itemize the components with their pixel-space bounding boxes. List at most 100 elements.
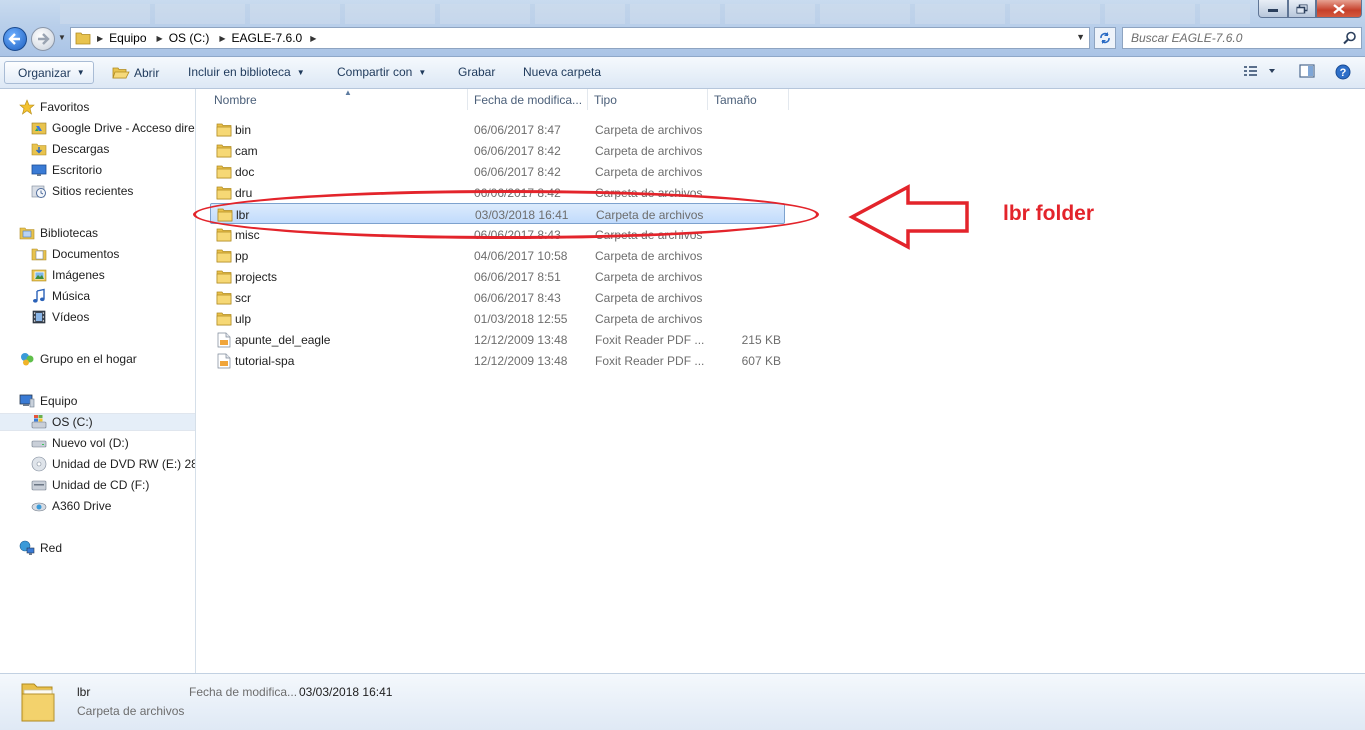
back-button[interactable]: [3, 27, 27, 51]
column-header-type-label: Tipo: [594, 92, 617, 107]
nav-item-dvd-drive[interactable]: Unidad de DVD RW (E:) 28 jun 2018: [0, 455, 195, 473]
recent-places-icon: [31, 185, 46, 198]
file-name: dru: [235, 186, 253, 200]
pdf-file-icon: [217, 353, 231, 369]
nav-homegroup[interactable]: Grupo en el hogar: [0, 350, 195, 368]
nav-network[interactable]: Red: [0, 539, 195, 557]
nav-item-videos[interactable]: Vídeos: [0, 308, 195, 326]
breadcrumb-equipo[interactable]: Equipo: [109, 31, 146, 45]
nav-item-pictures[interactable]: Imágenes: [0, 266, 195, 284]
arrow-left-icon: [8, 33, 20, 45]
file-row[interactable]: scr 06/06/2017 8:43 Carpeta de archivos: [210, 287, 785, 308]
file-name: projects: [235, 270, 278, 284]
nav-item-google-drive[interactable]: Google Drive - Acceso directo: [0, 119, 195, 137]
new-folder-button[interactable]: Nueva carpeta: [523, 65, 601, 79]
column-header-date[interactable]: Fecha de modifica...: [468, 89, 588, 110]
nav-item-music[interactable]: Música: [0, 287, 195, 305]
cloud-drive-icon: [31, 502, 47, 512]
organize-button[interactable]: Organizar ▼: [4, 61, 94, 84]
column-header-size[interactable]: Tamaño: [708, 89, 789, 110]
dvd-drive-icon: [31, 456, 47, 472]
close-icon: [1333, 3, 1345, 14]
network-icon: [19, 540, 35, 555]
breadcrumb-separator[interactable]: ▶: [310, 34, 316, 43]
search-input[interactable]: [1129, 30, 1343, 46]
nav-item-recent-places[interactable]: Sitios recientes: [0, 182, 195, 200]
address-bar[interactable]: ▶ Equipo ▶ OS (C:) ▶ EAGLE-7.6.0 ▶ ▼: [70, 27, 1090, 49]
arrow-right-icon: [38, 33, 50, 45]
file-date: 01/03/2018 12:55: [474, 312, 568, 326]
minimize-button[interactable]: [1258, 0, 1288, 18]
cd-drive-icon: [31, 480, 47, 491]
column-header-type[interactable]: Tipo: [588, 89, 708, 110]
forward-button[interactable]: [31, 27, 55, 51]
help-button[interactable]: ?: [1335, 64, 1351, 83]
change-view-button[interactable]: [1243, 64, 1277, 81]
folder-icon: [216, 228, 232, 242]
preview-pane-button[interactable]: [1299, 64, 1315, 81]
file-name: misc: [235, 228, 260, 242]
open-button[interactable]: Abrir: [112, 65, 159, 80]
breadcrumb-separator[interactable]: ▶: [97, 34, 103, 43]
file-row[interactable]: pp 04/06/2017 10:58 Carpeta de archivos: [210, 245, 785, 266]
breadcrumb-os-c[interactable]: OS (C:): [169, 31, 210, 45]
nav-item-os-c-drive[interactable]: OS (C:): [0, 413, 195, 431]
nav-item-label: Unidad de CD (F:): [52, 478, 150, 492]
nav-item-label: Escritorio: [52, 163, 103, 177]
desktop-icon: [31, 164, 47, 176]
include-library-label: Incluir en biblioteca: [188, 65, 291, 79]
file-row[interactable]: ulp 01/03/2018 12:55 Carpeta de archivos: [210, 308, 785, 329]
file-row[interactable]: apunte_del_eagle 12/12/2009 13:48 Foxit Re…: [210, 329, 785, 350]
organize-label: Organizar: [18, 65, 71, 80]
nav-homegroup-label: Grupo en el hogar: [40, 352, 137, 366]
share-with-button[interactable]: Compartir con ▼: [337, 65, 426, 79]
restore-icon: [1296, 4, 1308, 13]
nav-item-a360-drive[interactable]: A360 Drive: [0, 497, 195, 515]
annotation-label: lbr folder: [1003, 202, 1095, 225]
file-row[interactable]: doc 06/06/2017 8:42 Carpeta de archivos: [210, 161, 785, 182]
maximize-button[interactable]: [1288, 0, 1316, 18]
file-date: 06/06/2017 8:47: [474, 123, 561, 137]
search-box[interactable]: [1122, 27, 1362, 49]
folder-large-icon: [21, 683, 55, 722]
file-row[interactable]: cam 06/06/2017 8:42 Carpeta de archivos: [210, 140, 785, 161]
refresh-button[interactable]: [1094, 27, 1116, 49]
column-header-size-label: Tamaño: [714, 92, 757, 107]
refresh-icon: [1100, 32, 1110, 44]
file-row[interactable]: bin 06/06/2017 8:47 Carpeta de archivos: [210, 119, 785, 140]
nav-item-label: Música: [52, 289, 91, 303]
chevron-down-icon: ▼: [418, 67, 427, 77]
breadcrumb-separator[interactable]: ▶: [157, 34, 163, 43]
address-history-dropdown[interactable]: ▼: [1076, 32, 1085, 42]
close-window-button[interactable]: [1316, 0, 1362, 18]
file-row[interactable]: tutorial-spa 12/12/2009 13:48 Foxit Reader…: [210, 350, 785, 371]
include-in-library-button[interactable]: Incluir en biblioteca ▼: [188, 65, 305, 79]
burn-button[interactable]: Grabar: [458, 65, 495, 79]
help-icon: ?: [1335, 64, 1351, 80]
file-name: apunte_del_eagle: [235, 333, 331, 347]
file-row[interactable]: projects 06/06/2017 8:51 Carpeta de archiv…: [210, 266, 785, 287]
nav-item-documents[interactable]: Documentos: [0, 245, 195, 263]
nav-computer[interactable]: Equipo: [0, 392, 195, 410]
open-label: Abrir: [134, 65, 160, 80]
folder-icon: [216, 270, 232, 284]
nav-item-downloads[interactable]: Descargas: [0, 140, 195, 158]
nav-item-label: Imágenes: [52, 268, 105, 282]
file-name: pp: [235, 249, 249, 263]
details-date-label: Fecha de modifica...: [189, 685, 298, 699]
breadcrumb-separator[interactable]: ▶: [219, 34, 225, 43]
nav-libraries[interactable]: Bibliotecas: [0, 224, 195, 242]
annotation-highlight-oval: [193, 190, 819, 239]
nav-item-desktop[interactable]: Escritorio: [0, 161, 195, 179]
nav-favorites[interactable]: Favoritos: [0, 98, 195, 116]
folder-icon: [216, 249, 232, 263]
recent-locations-button[interactable]: ▼: [58, 33, 68, 43]
downloads-folder-icon: [31, 143, 47, 156]
column-header-name[interactable]: Nombre ▲: [208, 88, 468, 110]
nav-item-drive-d[interactable]: Nuevo vol (D:): [0, 434, 195, 452]
nav-item-cd-drive[interactable]: Unidad de CD (F:): [0, 476, 195, 494]
hard-drive-icon: [31, 440, 47, 448]
breadcrumb-eagle[interactable]: EAGLE-7.6.0: [232, 31, 303, 45]
view-details-icon: [1244, 66, 1275, 76]
file-date: 06/06/2017 8:42: [474, 165, 561, 179]
